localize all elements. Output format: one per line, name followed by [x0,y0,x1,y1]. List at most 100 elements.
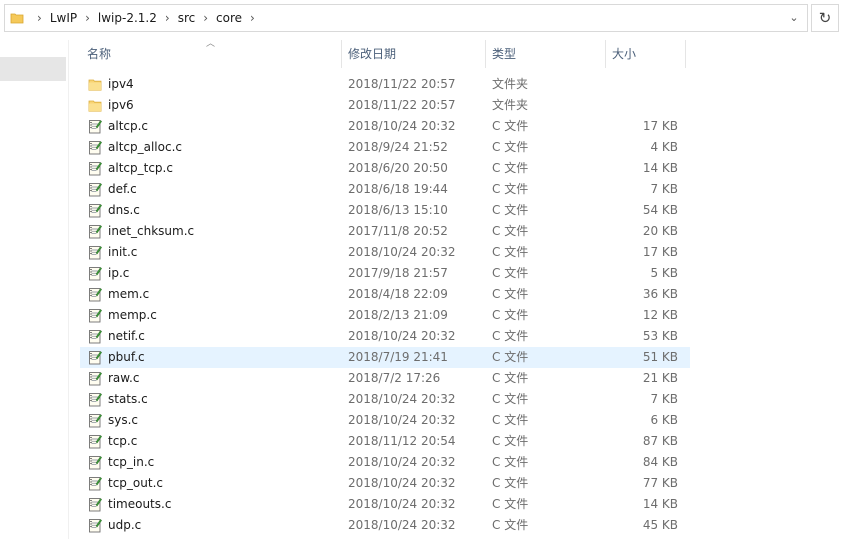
file-size: 7 KB [650,182,678,196]
file-size: 53 KB [642,329,678,343]
breadcrumb: › LwIP › lwip-2.1.2 › src › core › [29,5,263,31]
chevron-right-icon[interactable]: › [37,11,42,25]
file-size: 45 KB [642,518,678,532]
file-name: pbuf.c [108,350,145,364]
file-date: 2018/10/24 20:32 [348,413,456,427]
file-row[interactable]: altcp_alloc.c 2018/9/24 21:52 C 文件 4 KB [80,137,690,158]
file-row[interactable]: pbuf.c 2018/7/19 21:41 C 文件 51 KB [80,347,690,368]
file-date: 2018/10/24 20:32 [348,329,456,343]
file-row[interactable]: ipv4 2018/11/22 20:57 文件夹 [80,74,690,95]
file-row[interactable]: timeouts.c 2018/10/24 20:32 C 文件 14 KB [80,494,690,515]
file-row[interactable]: ipv6 2018/11/22 20:57 文件夹 [80,95,690,116]
breadcrumb-item-lwip[interactable]: LwIP [50,11,77,25]
breadcrumb-item-core[interactable]: core [216,11,242,25]
chevron-right-icon[interactable]: › [165,11,170,25]
file-name: timeouts.c [108,497,172,511]
file-date: 2018/4/18 22:09 [348,287,448,301]
file-row[interactable]: def.c 2018/6/18 19:44 C 文件 7 KB [80,179,690,200]
file-size: 4 KB [650,140,678,154]
file-row[interactable]: raw.c 2018/7/2 17:26 C 文件 21 KB [80,368,690,389]
file-name: altcp_alloc.c [108,140,182,154]
file-type: C 文件 [492,266,529,280]
file-size: 17 KB [642,245,678,259]
file-date: 2018/11/22 20:57 [348,77,456,91]
file-type: C 文件 [492,203,529,217]
file-date: 2018/7/2 17:26 [348,371,441,385]
file-date: 2018/9/24 21:52 [348,140,448,154]
file-type: C 文件 [492,476,529,490]
file-type: C 文件 [492,497,529,511]
breadcrumb-item-lwip-2.1.2[interactable]: lwip-2.1.2 [98,11,157,25]
file-name: netif.c [108,329,145,343]
file-name: ip.c [108,266,130,280]
file-size: 36 KB [642,287,678,301]
file-date: 2018/11/22 20:57 [348,98,456,112]
file-size: 20 KB [642,224,678,238]
chevron-down-icon[interactable]: ⌄ [787,11,801,25]
file-size: 77 KB [642,476,678,490]
file-size: 21 KB [642,371,678,385]
file-size: 6 KB [650,413,678,427]
file-type: C 文件 [492,371,529,385]
file-row[interactable]: stats.c 2018/10/24 20:32 C 文件 7 KB [80,389,690,410]
file-name: sys.c [108,413,139,427]
file-date: 2017/9/18 21:57 [348,266,448,280]
file-type: C 文件 [492,140,529,154]
file-size: 5 KB [650,266,678,280]
nav-pane-selected-item[interactable] [0,57,66,81]
file-row[interactable]: ip.c 2017/9/18 21:57 C 文件 5 KB [80,263,690,284]
folder-icon [10,13,24,24]
pane-divider [68,40,69,539]
file-date: 2017/11/8 20:52 [348,224,448,238]
file-name: ipv4 [108,77,134,91]
refresh-button[interactable]: ↻ [811,4,839,32]
file-list: ipv4 2018/11/22 20:57 文件夹 ipv6 2018/11/22 20… [80,74,690,536]
file-name: dns.c [108,203,140,217]
file-row[interactable]: mem.c 2018/4/18 22:09 C 文件 36 KB [80,284,690,305]
column-divider[interactable] [685,40,686,68]
file-size: 12 KB [642,308,678,322]
file-type: C 文件 [492,518,529,532]
file-row[interactable]: sys.c 2018/10/24 20:32 C 文件 6 KB [80,410,690,431]
file-type: C 文件 [492,329,529,343]
file-row[interactable]: tcp_out.c 2018/10/24 20:32 C 文件 77 KB [80,473,690,494]
file-name: tcp_in.c [108,455,155,469]
file-row[interactable]: init.c 2018/10/24 20:32 C 文件 17 KB [80,242,690,263]
file-row[interactable]: memp.c 2018/2/13 21:09 C 文件 12 KB [80,305,690,326]
column-divider[interactable] [341,40,342,68]
file-type: 文件夹 [492,98,529,112]
column-header-type[interactable]: 类型 [492,40,600,68]
chevron-right-icon[interactable]: › [85,11,90,25]
file-name: init.c [108,245,138,259]
file-type: C 文件 [492,455,529,469]
refresh-icon: ↻ [818,9,832,27]
file-row[interactable]: dns.c 2018/6/13 15:10 C 文件 54 KB [80,200,690,221]
file-size: 17 KB [642,119,678,133]
column-header-date[interactable]: 修改日期 [348,40,478,68]
breadcrumb-item-src[interactable]: src [178,11,196,25]
file-row[interactable]: netif.c 2018/10/24 20:32 C 文件 53 KB [80,326,690,347]
file-row[interactable]: inet_chksum.c 2017/11/8 20:52 C 文件 20 KB [80,221,690,242]
chevron-right-icon[interactable]: › [250,11,255,25]
address-bar[interactable]: › LwIP › lwip-2.1.2 › src › core › ⌄ [4,4,808,32]
file-type: 文件夹 [492,77,529,91]
column-header-size[interactable]: 大小 [612,40,682,68]
file-row[interactable]: altcp.c 2018/10/24 20:32 C 文件 17 KB [80,116,690,137]
file-row[interactable]: tcp.c 2018/11/12 20:54 C 文件 87 KB [80,431,690,452]
file-type: C 文件 [492,434,529,448]
column-divider[interactable] [485,40,486,68]
file-row[interactable]: udp.c 2018/10/24 20:32 C 文件 45 KB [80,515,690,536]
file-type: C 文件 [492,287,529,301]
file-size: 54 KB [642,203,678,217]
file-name: altcp_tcp.c [108,161,173,175]
file-type: C 文件 [492,119,529,133]
column-header-name[interactable]: 名称 [87,40,337,68]
file-name: udp.c [108,518,142,532]
file-size: 7 KB [650,392,678,406]
file-date: 2018/7/19 21:41 [348,350,448,364]
file-row[interactable]: tcp_in.c 2018/10/24 20:32 C 文件 84 KB [80,452,690,473]
column-divider[interactable] [605,40,606,68]
chevron-right-icon[interactable]: › [203,11,208,25]
file-date: 2018/11/12 20:54 [348,434,456,448]
file-row[interactable]: altcp_tcp.c 2018/6/20 20:50 C 文件 14 KB [80,158,690,179]
